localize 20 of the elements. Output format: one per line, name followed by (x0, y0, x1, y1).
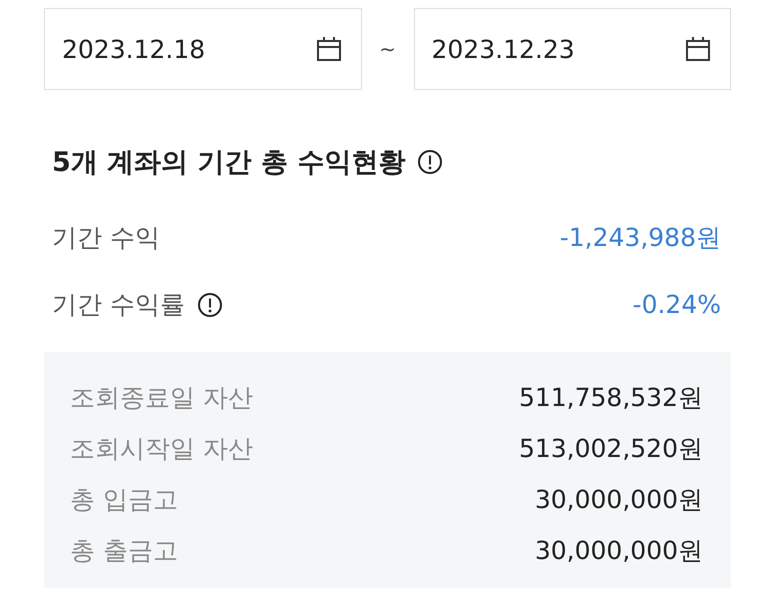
row-label: 기간 수익률 (52, 289, 185, 321)
detail-label: 총 출금고 (70, 535, 178, 567)
calendar-icon[interactable] (314, 35, 342, 63)
detail-label: 조회시작일 자산 (70, 433, 253, 465)
section-title: 5개 계좌의 기간 총 수익현황 (52, 146, 406, 180)
row-label: 기간 수익 (52, 222, 160, 254)
calendar-icon[interactable] (684, 35, 712, 63)
row-value: -0.24% (632, 290, 721, 319)
info-icon[interactable] (196, 292, 223, 318)
date-field[interactable]: 2023.12.18 (44, 8, 362, 90)
range-separator: ~ (378, 37, 397, 61)
detail-value: 513,002,520원 (518, 433, 703, 465)
info-icon[interactable] (417, 149, 444, 175)
date-field[interactable]: 2023.12.23 (414, 8, 731, 90)
detail-label: 총 입금고 (70, 484, 178, 516)
detail-label: 조회종료일 자산 (70, 382, 253, 414)
detail-value: 30,000,000원 (534, 484, 703, 516)
row-value: -1,243,988원 (560, 222, 721, 254)
detail-value: 511,758,532원 (518, 382, 703, 414)
detail-value: 30,000,000원 (534, 535, 703, 567)
